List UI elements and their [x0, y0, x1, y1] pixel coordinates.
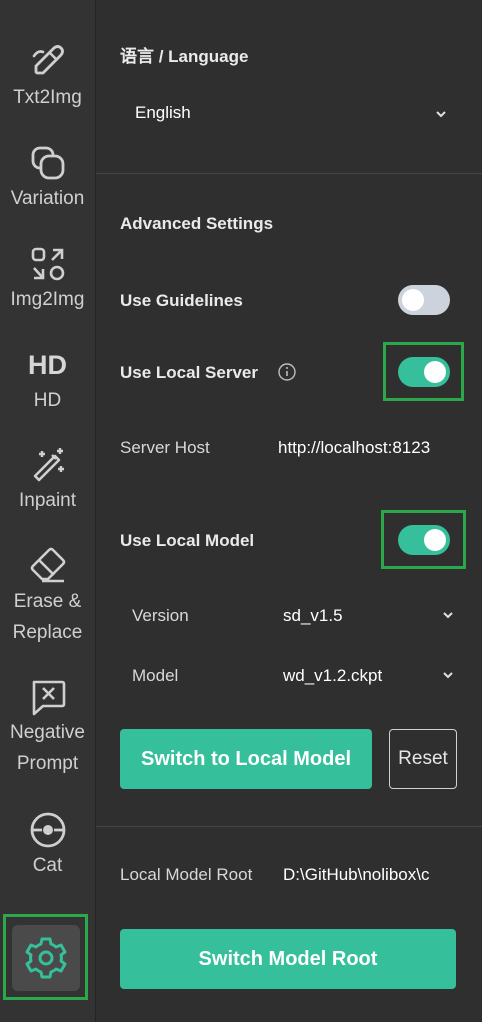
sidebar-item-label: Txt2Img — [13, 87, 82, 108]
language-heading: 语言 / Language — [120, 47, 249, 66]
sidebar-item-label-line1: Negative — [10, 722, 85, 743]
reset-button[interactable]: Reset — [389, 729, 457, 789]
server-host-value[interactable]: http://localhost:8123 — [278, 438, 430, 458]
use-local-model-toggle[interactable] — [398, 525, 450, 555]
sidebar-item-erase-replace[interactable]: Erase & Replace — [0, 546, 95, 648]
sidebar-item-label: Inpaint — [18, 490, 77, 511]
info-icon[interactable] — [277, 362, 297, 382]
eraser-icon — [30, 547, 65, 583]
use-local-model-label: Use Local Model — [120, 531, 255, 550]
sidebar: Txt2Img Variation Img2Img HD HD Inpaint — [0, 0, 96, 1022]
sidebar-item-inpaint[interactable]: Inpaint — [0, 445, 95, 516]
sidebar-item-label: Cat — [32, 855, 63, 876]
variation-icon — [31, 146, 64, 180]
model-label: Model — [132, 666, 179, 685]
language-select[interactable]: English — [135, 103, 191, 123]
advanced-settings-heading: Advanced Settings — [120, 214, 274, 233]
sidebar-item-label: Img2Img — [10, 289, 85, 310]
use-guidelines-toggle[interactable] — [398, 285, 450, 315]
toggle-knob — [402, 289, 424, 311]
chevron-down-icon[interactable] — [440, 607, 456, 623]
chevron-down-icon[interactable] — [433, 106, 449, 122]
sidebar-item-label: HD — [33, 390, 62, 411]
sidebar-item-label-line2: Prompt — [16, 753, 79, 774]
brush-icon — [32, 45, 64, 75]
hd-icon: HD — [28, 350, 67, 380]
use-local-server-toggle[interactable] — [398, 357, 450, 387]
negative-prompt-icon — [32, 680, 65, 716]
version-label: Version — [132, 606, 189, 625]
sidebar-item-cat[interactable]: Cat — [0, 810, 95, 881]
magic-wand-icon — [33, 448, 64, 482]
local-model-root-label: Local Model Root — [120, 865, 253, 884]
chevron-down-icon[interactable] — [440, 667, 456, 683]
divider — [96, 173, 482, 174]
model-select[interactable]: wd_v1.2.ckpt — [283, 666, 382, 686]
gear-icon — [25, 937, 67, 979]
sidebar-item-label: Variation — [10, 188, 85, 209]
sidebar-item-label-line2: Replace — [12, 622, 83, 643]
server-host-label: Server Host — [120, 438, 210, 457]
img2img-icon — [31, 247, 64, 281]
toggle-knob — [424, 361, 446, 383]
use-local-server-label: Use Local Server — [120, 363, 258, 382]
sidebar-item-label-line1: Erase & — [13, 591, 82, 612]
sidebar-item-variation[interactable]: Variation — [0, 143, 95, 214]
sidebar-item-negative-prompt[interactable]: Negative Prompt — [0, 677, 95, 779]
pokeball-icon — [30, 812, 65, 848]
use-guidelines-label: Use Guidelines — [120, 291, 243, 310]
divider — [96, 826, 482, 827]
switch-to-local-model-button[interactable]: Switch to Local Model — [120, 729, 372, 789]
sidebar-item-settings[interactable] — [12, 925, 80, 991]
switch-model-root-button[interactable]: Switch Model Root — [120, 929, 456, 989]
sidebar-item-img2img[interactable]: Img2Img — [0, 244, 95, 315]
sidebar-item-txt2img[interactable]: Txt2Img — [0, 42, 95, 113]
toggle-knob — [424, 529, 446, 551]
sidebar-item-hd[interactable]: HD HD — [0, 345, 95, 416]
local-model-root-value[interactable]: D:\GitHub\nolibox\c — [283, 865, 448, 885]
version-select[interactable]: sd_v1.5 — [283, 606, 343, 626]
